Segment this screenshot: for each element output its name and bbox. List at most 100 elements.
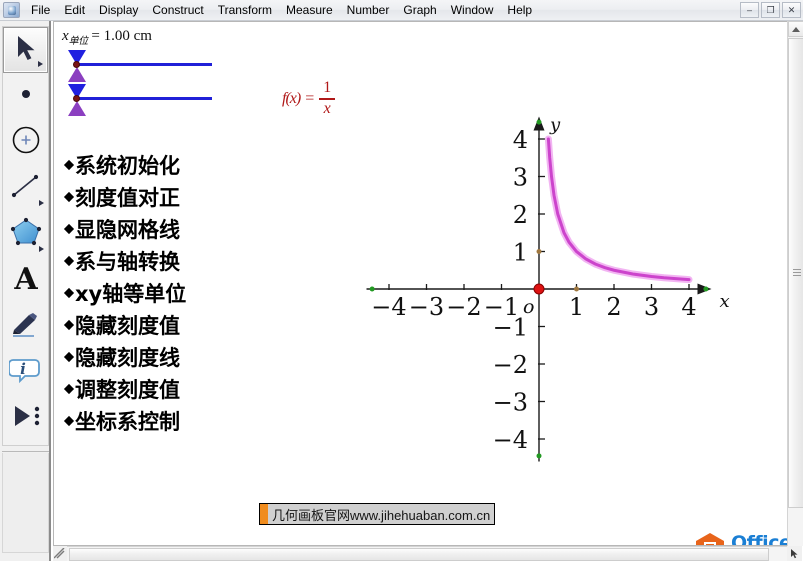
close-button[interactable]: ✕ [782, 2, 801, 18]
x-unit-point[interactable] [574, 286, 579, 292]
menu-items: File Edit Display Construct Transform Measure… [24, 1, 539, 20]
vertical-scrollbar[interactable] [787, 21, 803, 546]
minimize-button[interactable]: – [740, 2, 759, 18]
menu-graph[interactable]: Graph [396, 1, 443, 20]
toolbar-lower-panel [2, 453, 49, 553]
polygon-icon [9, 216, 43, 253]
menu-help[interactable]: Help [500, 1, 539, 20]
polygon-tool[interactable] [3, 211, 48, 257]
tool-sidebar: Ai [0, 21, 51, 561]
x-tick-label: 1 [569, 293, 584, 321]
action-button-5[interactable]: xy轴等单位 [63, 277, 186, 309]
cursor-arrow-icon [791, 549, 798, 559]
toolbox: Ai [2, 26, 49, 446]
x-unit-subscript: 单位 [68, 36, 89, 47]
slider-knob[interactable] [73, 95, 80, 102]
slider-handle-down-icon[interactable] [68, 101, 86, 116]
action-button-label: 隐藏刻度值 [75, 314, 180, 338]
x-unit-slider-2[interactable] [62, 83, 212, 117]
coordinate-graph[interactable]: −4 −3 −2 −1 1 2 3 4 4 3 2 1 −1 −2 −3 −4 x y o [364, 107, 764, 477]
menu-number[interactable]: Number [340, 1, 397, 20]
formula-fraction: 1 x [319, 79, 336, 118]
origin-point[interactable] [533, 283, 545, 295]
y-tick-label: −3 [493, 389, 528, 417]
horizontal-scrollbar-thumb[interactable] [69, 547, 769, 561]
straightedge-tool[interactable] [3, 165, 48, 211]
action-button-2[interactable]: 刻度值对正 [63, 181, 186, 213]
formula-numerator: 1 [323, 79, 332, 96]
point-icon [11, 79, 41, 114]
menu-window[interactable]: Window [444, 1, 501, 20]
y-tick-label: −2 [493, 351, 528, 379]
action-button-6[interactable]: 隐藏刻度值 [63, 309, 186, 341]
compass-circle-tool[interactable] [3, 119, 48, 165]
diamond-bullet-icon [63, 255, 75, 267]
sketch-canvas[interactable]: x单位 = 1.00 cm f(x) = 1 x 系统初始化刻度值对正显隐网格线… [53, 21, 788, 546]
function-curve[interactable] [546, 137, 691, 282]
restore-button[interactable]: ❐ [761, 2, 780, 18]
x-unit-measurement[interactable]: x单位 = 1.00 cm [62, 28, 152, 47]
custom-tools[interactable] [3, 395, 48, 441]
x-axis-right-endpoint[interactable] [703, 286, 709, 292]
y-axis-top-endpoint[interactable] [536, 119, 542, 125]
y-unit-point[interactable] [536, 249, 542, 254]
chevron-up-icon [792, 26, 800, 32]
information-tool[interactable]: i [3, 349, 48, 395]
y-axis-bottom-endpoint[interactable] [536, 453, 542, 459]
line-icon [9, 171, 43, 206]
action-button-label: 系与轴转换 [75, 250, 180, 274]
scrollbar-corner-left [53, 546, 67, 561]
vertical-scrollbar-thumb[interactable] [788, 38, 803, 508]
x-unit-slider-1[interactable] [62, 49, 212, 83]
action-button-label: 调整刻度值 [75, 378, 180, 402]
slider-track[interactable] [74, 97, 212, 100]
menu-construct[interactable]: Construct [145, 1, 210, 20]
arrow-icon [11, 33, 41, 68]
scroll-up-button[interactable] [788, 21, 803, 37]
text-tool[interactable]: A [3, 257, 48, 303]
app-icon [3, 2, 20, 18]
action-button-label: 隐藏刻度线 [75, 346, 180, 370]
action-button-3[interactable]: 显隐网格线 [63, 213, 186, 245]
watermark-accent-bar [260, 504, 268, 524]
action-button-8[interactable]: 调整刻度值 [63, 373, 186, 405]
action-button-4[interactable]: 系与轴转换 [63, 245, 186, 277]
x-axis-left-endpoint[interactable] [369, 286, 375, 292]
menu-edit[interactable]: Edit [57, 1, 92, 20]
application-window: File Edit Display Construct Transform Measure… [0, 0, 803, 561]
point-tool[interactable] [3, 73, 48, 119]
action-button-label: 坐标系控制 [75, 410, 180, 434]
menu-display[interactable]: Display [92, 1, 145, 20]
slider-knob[interactable] [73, 61, 80, 68]
diamond-bullet-icon [63, 415, 75, 427]
diamond-bullet-icon [63, 319, 75, 331]
action-button-list: 系统初始化刻度值对正显隐网格线系与轴转换 xy轴等单位隐藏刻度值隐藏刻度线调整刻度… [63, 149, 186, 437]
office-logo-text: Office教程网 www.office26.com [731, 533, 787, 545]
action-button-1[interactable]: 系统初始化 [63, 149, 186, 181]
window-resize-grip[interactable] [787, 546, 802, 561]
formula-lhs: f(x) [282, 89, 301, 107]
action-button-9[interactable]: 坐标系控制 [63, 405, 186, 437]
graph-svg: −4 −3 −2 −1 1 2 3 44321−1−2−3−4xyo [366, 115, 730, 462]
menu-bar: File Edit Display Construct Transform Measure… [0, 0, 803, 21]
function-formula[interactable]: f(x) = 1 x [282, 79, 336, 118]
action-button-label: 刻度值对正 [75, 186, 180, 210]
toolbar-divider [2, 451, 49, 452]
marker-tool[interactable] [3, 303, 48, 349]
office-tutorial-logo: Office教程网 www.office26.com [695, 533, 787, 545]
window-controls: – ❐ ✕ [740, 2, 801, 18]
arrow-select-tool[interactable] [3, 27, 48, 73]
y-tick-label: 2 [513, 201, 528, 229]
watermark-text: 几何画板官网www.jihehuaban.com.cn [272, 507, 491, 523]
diamond-bullet-icon [63, 351, 75, 363]
slider-handle-down-icon[interactable] [68, 67, 86, 82]
menu-file[interactable]: File [24, 1, 57, 20]
slider-track[interactable] [74, 63, 212, 66]
horizontal-scrollbar[interactable] [53, 546, 788, 561]
y-tick-label: 4 [513, 126, 528, 154]
action-button-7[interactable]: 隐藏刻度线 [63, 341, 186, 373]
play-dots-icon [9, 401, 43, 436]
diamond-bullet-icon [63, 191, 75, 203]
menu-transform[interactable]: Transform [211, 1, 279, 20]
menu-measure[interactable]: Measure [279, 1, 340, 20]
